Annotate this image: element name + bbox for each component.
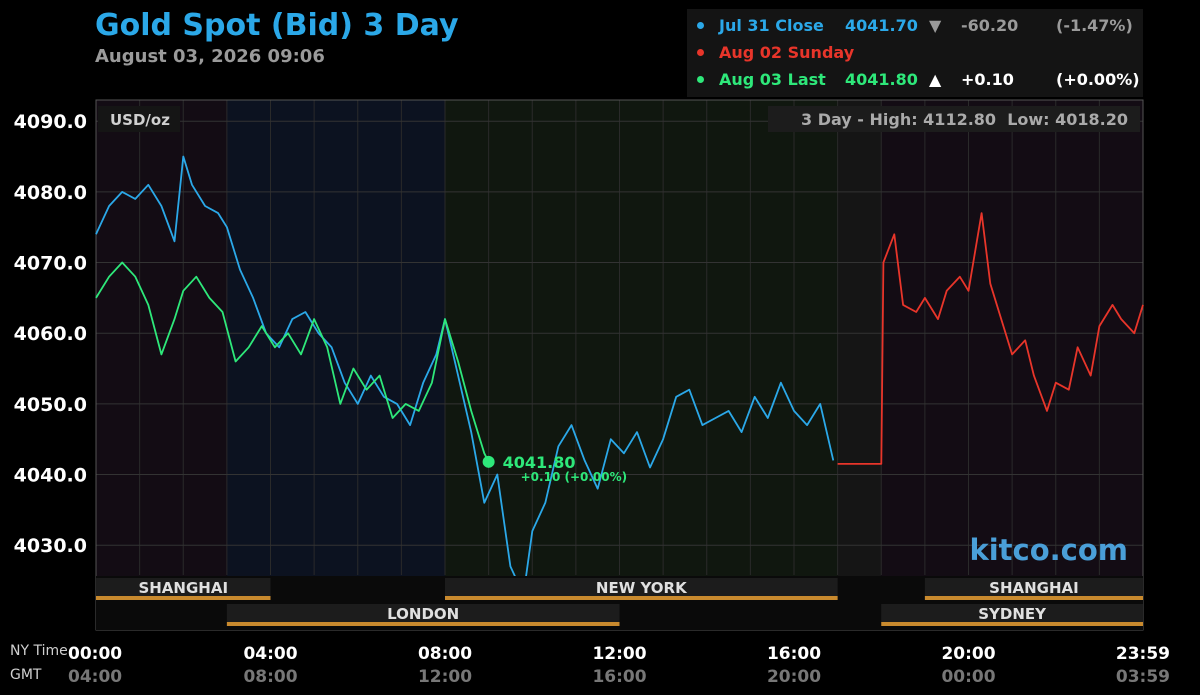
- legend-percent: (+0.00%): [1056, 70, 1140, 89]
- legend-dot-icon: [697, 76, 704, 83]
- legend-change: +0.10: [961, 70, 1014, 89]
- legend-value: 4041.80: [845, 70, 918, 89]
- x-tick-ny: 20:00: [941, 644, 995, 664]
- gold-chart: SHANGHAI NEW YORK SHANGHAI LONDON SYDNEY 409…: [10, 99, 1170, 687]
- last-change-label: +0.10 (+0.00%): [521, 470, 628, 484]
- watermark: kitco.com: [969, 533, 1128, 567]
- y-axis: 4090.0 4080.0 4070.0 4060.0 4050.0 4040.0 4030…: [14, 111, 87, 557]
- y-tick-label: 4070.0: [14, 253, 87, 275]
- session-bars: SHANGHAI NEW YORK SHANGHAI LONDON SYDNEY: [96, 576, 1143, 630]
- x-tick-gmt: 12:00: [418, 667, 472, 687]
- session-band: [837, 100, 882, 630]
- up-arrow-icon: ▲: [929, 70, 942, 89]
- chart-subtitle: August 03, 2026 09:06: [95, 46, 325, 67]
- legend-dot-icon: [697, 22, 704, 29]
- legend-dot-icon: [697, 49, 704, 56]
- range-text: 3 Day - High: 4112.80 Low: 4018.20: [801, 110, 1128, 129]
- x-tick-ny: 16:00: [767, 644, 821, 664]
- down-arrow-icon: ▼: [929, 16, 942, 35]
- legend-percent: (-1.47%): [1056, 16, 1133, 35]
- legend-label: Aug 02 Sunday: [719, 43, 855, 62]
- y-tick-label: 4030.0: [14, 535, 87, 557]
- x-tick-gmt: 08:00: [243, 667, 297, 687]
- x-tick-gmt: 03:59: [1116, 667, 1170, 687]
- y-tick-label: 4090.0: [14, 111, 87, 133]
- x-tick-gmt: 16:00: [592, 667, 646, 687]
- x-tick-ny: 04:00: [243, 644, 297, 664]
- x-tick-ny: 12:00: [592, 644, 646, 664]
- legend-value: 4041.70: [845, 16, 918, 35]
- unit-label: USD/oz: [110, 111, 170, 129]
- legend-label: Jul 31 Close: [719, 16, 824, 35]
- y-tick-label: 4050.0: [14, 394, 87, 416]
- y-tick-label: 4080.0: [14, 182, 87, 204]
- x-tick-ny: 08:00: [418, 644, 472, 664]
- legend-label: Aug 03 Last: [719, 70, 826, 89]
- y-tick-label: 4060.0: [14, 323, 87, 345]
- session-label: LONDON: [387, 605, 459, 623]
- ny-time-title: NY Time: [10, 643, 68, 659]
- x-tick-gmt: 04:00: [68, 667, 122, 687]
- x-tick-gmt: 20:00: [767, 667, 821, 687]
- x-axis: 00:00 04:00 04:00 08:00 08:00 12:00 12:00 16:00…: [68, 644, 1170, 687]
- x-tick-gmt: 00:00: [941, 667, 995, 687]
- gmt-title: GMT: [10, 667, 42, 683]
- legend: Jul 31 Close 4041.70 ▼ -60.20 (-1.47%) A…: [687, 9, 1143, 97]
- last-price-dot: [482, 455, 495, 468]
- session-band: [96, 100, 227, 630]
- session-label: NEW YORK: [596, 579, 688, 597]
- x-tick-ny: 00:00: [68, 644, 122, 664]
- session-band: [445, 100, 838, 630]
- session-label: SYDNEY: [978, 605, 1047, 623]
- x-tick-ny: 23:59: [1116, 644, 1170, 664]
- session-label: SHANGHAI: [138, 579, 228, 597]
- chart-title: Gold Spot (Bid) 3 Day: [95, 8, 459, 43]
- session-band: [226, 100, 445, 630]
- session-label: SHANGHAI: [989, 579, 1079, 597]
- legend-change: -60.20: [961, 16, 1019, 35]
- y-tick-label: 4040.0: [14, 465, 87, 487]
